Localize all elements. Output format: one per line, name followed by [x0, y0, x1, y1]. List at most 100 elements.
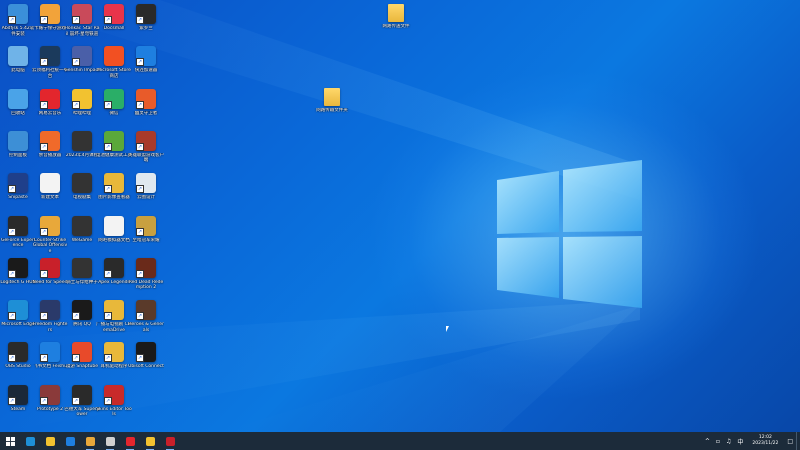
desktop-icon[interactable]: ↗ Heroes & Generals: [128, 300, 164, 333]
desktop-icon[interactable]: ↗ GeForce Experience: [0, 215, 36, 249]
shortcut-arrow-icon: ↗: [136, 142, 144, 151]
desktop-icon[interactable]: ↗ Docsmall: [96, 4, 132, 32]
desktop-icon[interactable]: ↗ 漫游 Snaptube: [64, 342, 100, 370]
desktop-icon[interactable]: ↗ 腾讯 QQ: [64, 300, 100, 328]
desktop-icon[interactable]: ↗ 广播与电视剧 CinemaDrive: [96, 300, 132, 333]
desktop-icon-label: Need for Speed: [32, 279, 68, 285]
desktop-icon[interactable]: 此电脑: [0, 46, 36, 74]
desktop-icon[interactable]: ↗ 巴德大军 Superpower: [64, 384, 100, 418]
desktop-icon[interactable]: ↗ Apex Legends: [96, 257, 132, 286]
desktop-icon[interactable]: ↗ 图片影像查看器: [96, 173, 132, 201]
desktop-folder[interactable]: 网路传送文件: [378, 4, 414, 30]
desktop-icon[interactable]: ↗ Skins Editor Tools: [96, 384, 132, 418]
app-icon: [72, 257, 92, 278]
desktop-icon[interactable]: ↗ Ubisoft Connect: [128, 342, 164, 370]
desktop-icon[interactable]: ↗ Steam: [0, 384, 36, 413]
desktop-icon[interactable]: ↗ Genshin Impact: [64, 46, 100, 74]
volume-icon[interactable]: ♫: [726, 438, 731, 445]
shortcut-arrow-icon: ↗: [136, 100, 144, 109]
desktop-icon[interactable]: ↗ 耳机驱动程序: [96, 342, 132, 370]
desktop-icon[interactable]: 2023年4月课程: [64, 130, 100, 159]
taskbar-app-netease-music[interactable]: [120, 432, 140, 450]
desktop-icon[interactable]: ↗ 微信: [96, 88, 132, 117]
desktop-icon[interactable]: ↗ 余音播放器: [32, 130, 68, 159]
desktop-icon[interactable]: ↗ 紫罗兰: [128, 4, 164, 32]
shortcut-arrow-icon: ↗: [136, 16, 144, 24]
desktop-icon[interactable]: WeGame: [64, 215, 100, 244]
shortcut-arrow-icon: ↗: [104, 100, 112, 109]
clock-app-icon: [105, 436, 115, 446]
desktop-icon[interactable]: ↗ Counter-Strike Global Offensive: [32, 215, 68, 255]
desktop-icon-label: Counter-Strike Global Offensive: [32, 237, 68, 254]
ime-indicator[interactable]: 中: [737, 437, 743, 446]
desktop-icon[interactable]: ↗ 飞书文档 Feishu: [32, 342, 68, 370]
start-button[interactable]: [0, 432, 20, 450]
desktop-icon-label: WeGame: [71, 237, 93, 243]
taskbar-app-game-app[interactable]: [160, 432, 180, 450]
desktop-icon-label: Abdfjsk 5.42软件安装: [1, 26, 35, 37]
desktop-icon-label: 余音播放器: [38, 152, 62, 158]
desktop-folder[interactable]: 网路传输文件夹: [314, 88, 350, 114]
app-icon: [8, 130, 28, 151]
desktop-icon[interactable]: ↗ Need for Speed: [32, 257, 68, 286]
desktop-icon[interactable]: ↗ 云图设计: [128, 173, 164, 201]
desktop-icon-label: 漫游 Snaptube: [66, 364, 98, 370]
taskbar-app-bilibili[interactable]: [140, 432, 160, 450]
desktop-icon-label: Prototype 2: [36, 406, 63, 412]
desktop-icon[interactable]: ↗ Prototype 2: [32, 384, 68, 413]
network-icon[interactable]: ▫: [716, 438, 720, 445]
shortcut-arrow-icon: ↗: [40, 312, 48, 321]
desktop-icon[interactable]: ↗ 电池健康测试工具: [96, 130, 132, 159]
taskbar-clock[interactable]: 12:02 2023/11/22: [752, 435, 778, 447]
desktop-icon[interactable]: Microsoft Store 商店: [96, 46, 132, 79]
shortcut-arrow-icon: ↗: [104, 269, 112, 278]
desktop-icon[interactable]: ↗ 哔哩哔哩: [64, 88, 100, 117]
desktop-icon[interactable]: ↗ OBS Studio: [0, 342, 36, 370]
shortcut-arrow-icon: ↗: [104, 354, 112, 363]
desktop-icon-label: 骑士与俘给种子: [66, 279, 98, 285]
desktop-icon[interactable]: ↗ 快连加速器: [128, 46, 164, 74]
desktop-icon-label: 幽灵守卫者: [134, 110, 158, 116]
tray-chevron-icon[interactable]: ^: [705, 438, 710, 445]
desktop-icon-label: 哔哩哔哩: [73, 110, 91, 116]
shortcut-arrow-icon: ↗: [40, 227, 48, 236]
taskbar-app-manager[interactable]: [80, 432, 100, 450]
desktop-icon[interactable]: ↗ 网易云音乐: [32, 88, 68, 117]
desktop-icon[interactable]: 控制面板: [0, 130, 36, 159]
folder-label: 网路传输文件夹: [316, 108, 348, 113]
app-icon: [8, 46, 28, 67]
desktop-icon[interactable]: ↗ 云顶福利社统一平台: [32, 46, 68, 79]
desktop-icon[interactable]: 回收站: [0, 88, 36, 117]
desktop-icon[interactable]: 骑士与俘给种子: [64, 257, 100, 286]
desktop-icon[interactable]: ↗ Red Dead Redemption 2: [128, 257, 164, 291]
notification-icon[interactable]: □: [787, 438, 793, 445]
desktop-icon[interactable]: ↗ Microsoft Edge: [0, 300, 36, 328]
desktop-icon[interactable]: ↗ 卡婊宁保守游戏: [32, 4, 68, 32]
shortcut-arrow-icon: ↗: [8, 354, 16, 363]
desktop-icon[interactable]: ↗ 幽灵守卫者: [128, 88, 164, 117]
taskbar-app-file-explorer[interactable]: [40, 432, 60, 450]
desktop-icon[interactable]: 电视剧集: [64, 173, 100, 201]
taskbar-app-clock-app[interactable]: [100, 432, 120, 450]
desktop-icon-label: Microsoft Edge: [1, 322, 35, 328]
shortcut-arrow-icon: ↗: [72, 396, 80, 405]
desktop-icon[interactable]: 网吧模拟器文档: [96, 215, 132, 244]
desktop-icon[interactable]: ↗ Freedom Fighters: [32, 300, 68, 333]
app-icon: [72, 130, 92, 151]
desktop-icon-label: 英雄联盟游戏客户端: [128, 152, 164, 164]
desktop-icon[interactable]: ↗ 英雄联盟游戏客户端: [128, 130, 164, 164]
taskbar-app-edge[interactable]: [20, 432, 40, 450]
desktop-icon[interactable]: ↗ Abdfjsk 5.42软件安装: [0, 4, 36, 37]
show-desktop-button[interactable]: [796, 432, 800, 450]
folder-icon: [388, 4, 404, 22]
desktop-icon[interactable]: ↗ Snipaste: [0, 173, 36, 201]
shortcut-arrow-icon: ↗: [40, 100, 48, 109]
taskbar: ^ ▫ ♫ 中 12:02 2023/11/22 □: [0, 432, 800, 450]
desktop-icon[interactable]: ↗ Honkai: Star Rail 崩坏·星穹铁道: [64, 4, 100, 37]
mouse-cursor: [446, 326, 449, 332]
desktop-icon[interactable]: ↗ 至暗冠军荣耀: [128, 215, 164, 244]
desktop-icon[interactable]: ↗ Logitech G HUB: [0, 257, 36, 286]
taskbar-app-feishu[interactable]: [60, 432, 80, 450]
desktop-icon-label: 腾讯 QQ: [73, 322, 91, 328]
desktop-icon[interactable]: 新建文本: [32, 173, 68, 201]
